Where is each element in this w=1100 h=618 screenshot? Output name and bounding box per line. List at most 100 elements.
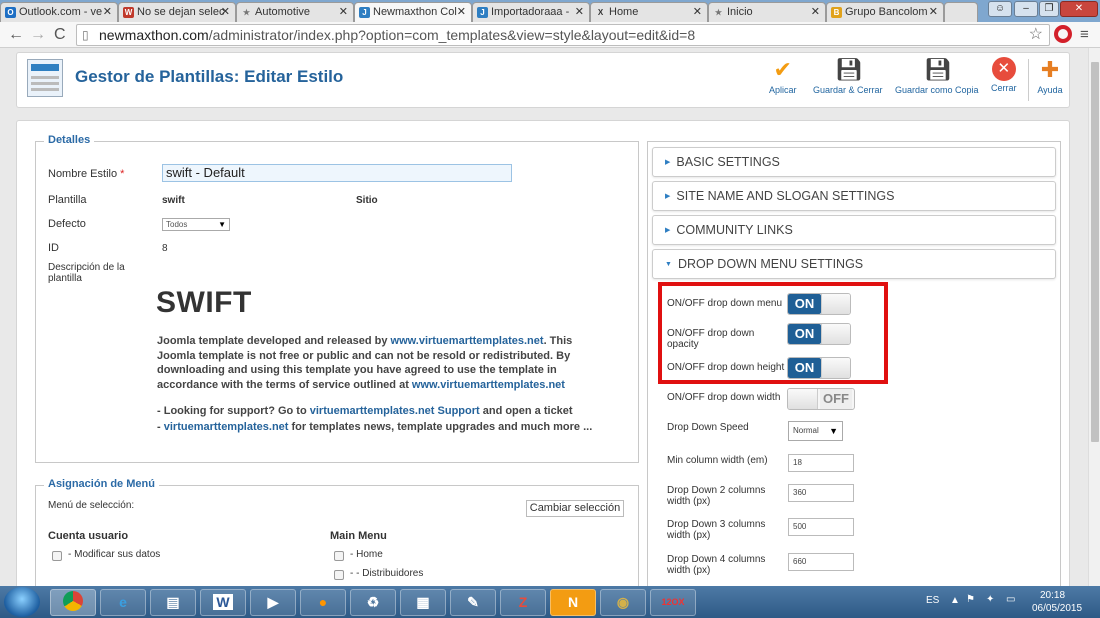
- coin-app-icon[interactable]: ◉: [600, 589, 646, 616]
- chrome-icon[interactable]: [50, 589, 96, 616]
- url-input[interactable]: ▯ newmaxthon.com/administrator/index.php…: [76, 24, 1050, 46]
- close-tab-icon[interactable]: ✕: [575, 3, 584, 22]
- z-app-icon[interactable]: Z: [500, 589, 546, 616]
- close-tab-icon[interactable]: ✕: [339, 3, 348, 22]
- tab-label: Home: [609, 6, 639, 18]
- save-copy-button[interactable]: 💾︎ Guardar como Copia: [895, 57, 979, 95]
- tab-label: Inicio: [727, 6, 753, 18]
- edit-profile-checkbox[interactable]: [52, 551, 62, 561]
- style-name-input[interactable]: swift - Default: [162, 164, 512, 182]
- tab-inicio[interactable]: ★ Inicio ✕: [708, 2, 826, 22]
- close-window-icon[interactable]: ✕: [1060, 1, 1098, 17]
- support-link[interactable]: virtuemarttemplates.net Support: [310, 405, 480, 417]
- minimize-icon[interactable]: –: [1014, 1, 1038, 17]
- caret-right-icon: ▶: [665, 193, 671, 200]
- dropdown-speed-label: Drop Down Speed: [667, 422, 749, 433]
- community-links-section[interactable]: ▶ COMMUNITY LINKS: [652, 215, 1056, 245]
- vmt-link[interactable]: www.virtuemarttemplates.net: [391, 335, 544, 347]
- save-close-label: Guardar & Cerrar: [813, 85, 883, 95]
- apply-button[interactable]: ✔ Aplicar: [769, 57, 797, 95]
- drop-down-menu-section[interactable]: ▼ DROP DOWN MENU SETTINGS: [652, 249, 1056, 279]
- autodesk-icon[interactable]: 12OX: [650, 589, 696, 616]
- distribuidores-checkbox[interactable]: [334, 570, 344, 580]
- distribuidores-label: - - Distribuidores: [350, 568, 424, 579]
- home-checkbox[interactable]: [334, 551, 344, 561]
- three-columns-label: Drop Down 3 columns width (px): [667, 519, 766, 541]
- volume-icon[interactable]: ▭: [1006, 594, 1015, 605]
- pen-app-icon[interactable]: ✎: [450, 589, 496, 616]
- tab-automotive[interactable]: ★ Automotive ✕: [236, 2, 354, 22]
- star-icon: ★: [714, 8, 723, 17]
- dropdown-width-toggle[interactable]: OFF: [787, 388, 855, 410]
- reload-icon[interactable]: C: [54, 25, 66, 45]
- restore-icon[interactable]: ❐: [1039, 1, 1059, 17]
- address-bar: ← → C ▯ newmaxthon.com/administrator/ind…: [0, 22, 1100, 48]
- firefox-icon[interactable]: ●: [300, 589, 346, 616]
- close-tab-icon[interactable]: ✕: [811, 3, 820, 22]
- back-icon[interactable]: ←: [8, 25, 24, 45]
- user-icon[interactable]: ☺: [988, 1, 1012, 17]
- help-button[interactable]: ✚ Ayuda: [1037, 57, 1063, 95]
- clock-time[interactable]: 20:18: [1040, 590, 1065, 601]
- start-button[interactable]: [4, 587, 40, 617]
- file-explorer-icon[interactable]: ▤: [150, 589, 196, 616]
- dropdown-speed-select[interactable]: Normal ▼: [788, 421, 843, 441]
- close-tab-icon[interactable]: ✕: [221, 3, 230, 22]
- vmt-link[interactable]: www.virtuemarttemplates.net: [412, 379, 565, 391]
- recycle-bin-icon[interactable]: ♻: [350, 589, 396, 616]
- home-label: - Home: [350, 549, 383, 560]
- url-host: newmaxthon.com: [99, 27, 209, 43]
- clock-date[interactable]: 06/05/2015: [1032, 603, 1082, 614]
- change-selection-button[interactable]: Cambiar selección: [526, 500, 624, 517]
- three-columns-input[interactable]: 500: [788, 518, 854, 536]
- calculator-icon[interactable]: ▦: [400, 589, 446, 616]
- bookmark-star-icon[interactable]: ☆: [1029, 25, 1043, 45]
- admin-toolbar: Gestor de Plantillas: Editar Estilo ✔ Apl…: [16, 52, 1070, 108]
- tray-arrow-icon[interactable]: ▲: [950, 595, 960, 606]
- network-icon[interactable]: ✦: [986, 594, 994, 605]
- news-link[interactable]: virtuemarttemplates.net: [164, 421, 289, 433]
- page-scrollbar[interactable]: [1088, 48, 1100, 586]
- menu-icon[interactable]: ≡: [1080, 25, 1089, 45]
- four-columns-input[interactable]: 660: [788, 553, 854, 571]
- word-icon[interactable]: W: [200, 589, 246, 616]
- close-tab-icon[interactable]: ✕: [693, 3, 702, 22]
- forward-icon[interactable]: →: [30, 25, 46, 45]
- save-close-button[interactable]: 💾︎ Guardar & Cerrar: [813, 57, 883, 95]
- language-indicator[interactable]: ES: [926, 595, 939, 606]
- close-tab-icon[interactable]: ✕: [457, 3, 466, 22]
- min-column-input[interactable]: 18: [788, 454, 854, 472]
- client-value: Sitio: [356, 195, 378, 206]
- internet-explorer-icon[interactable]: e: [100, 589, 146, 616]
- n-letter: N: [567, 594, 579, 610]
- support-line: - Looking for support? Go to virtuemartt…: [157, 404, 627, 419]
- tab-no-se-dejan[interactable]: W No se dejan selec ✕: [118, 2, 236, 22]
- user-account-title: Cuenta usuario: [48, 530, 129, 542]
- close-button[interactable]: ✕ Cerrar: [991, 57, 1017, 93]
- tab-importadora[interactable]: J Importadoraaa - ✕: [472, 2, 590, 22]
- tab-newmaxthon[interactable]: J Newmaxthon Col ✕: [354, 2, 472, 22]
- details-legend: Detalles: [44, 134, 95, 146]
- help-label: Ayuda: [1037, 85, 1063, 95]
- n-app-icon[interactable]: N: [550, 589, 596, 616]
- scroll-thumb[interactable]: [1091, 62, 1099, 442]
- site-name-section[interactable]: ▶ SITE NAME AND SLOGAN SETTINGS: [652, 181, 1056, 211]
- opera-icon[interactable]: [1054, 25, 1072, 43]
- tab-bancolombia[interactable]: B Grupo Bancolom ✕: [826, 2, 944, 22]
- media-player-icon[interactable]: ▶: [250, 589, 296, 616]
- close-tab-icon[interactable]: ✕: [103, 3, 112, 22]
- basic-settings-section[interactable]: ▶ BASIC SETTINGS: [652, 147, 1056, 177]
- checkmark-icon: ✔: [773, 57, 792, 82]
- caret-down-icon: ▼: [665, 261, 672, 268]
- tab-home[interactable]: X Home ✕: [590, 2, 708, 22]
- two-columns-input[interactable]: 360: [788, 484, 854, 502]
- page-content: Gestor de Plantillas: Editar Estilo ✔ Apl…: [0, 48, 1088, 586]
- flag-icon[interactable]: ⚑: [966, 594, 975, 605]
- dropdown-width-label: ON/OFF drop down width: [667, 392, 781, 403]
- default-select[interactable]: Todos ▼: [162, 218, 230, 231]
- close-label: Cerrar: [991, 83, 1017, 93]
- tab-outlook[interactable]: O Outlook.com - ve ✕: [0, 2, 118, 22]
- close-tab-icon[interactable]: ✕: [929, 3, 938, 22]
- section-title: DROP DOWN MENU SETTINGS: [677, 257, 864, 271]
- new-tab-button[interactable]: [944, 2, 978, 22]
